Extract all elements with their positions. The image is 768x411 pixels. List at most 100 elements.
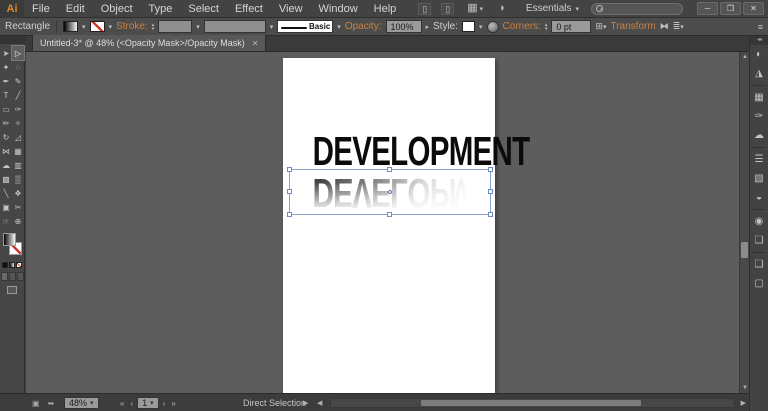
screen-mode-icon[interactable] [7,286,17,294]
gradient-panel-icon[interactable]: ▧ [750,169,768,188]
scroll-left-icon[interactable]: ◀ [317,399,322,407]
app-bar-icon-1[interactable]: ▯ [418,2,432,15]
draw-inside-icon[interactable] [16,272,24,281]
arrange-documents-icon[interactable]: ▦ ▾ [464,2,486,15]
stroke-label[interactable]: Stroke: [116,21,148,32]
menu-view[interactable]: View [271,3,311,15]
menu-select[interactable]: Select [180,3,227,15]
stroke-weight-dropdown[interactable] [158,20,193,33]
last-artboard-icon[interactable]: » [169,399,177,408]
selection-tool[interactable]: ➤ [0,46,12,60]
color-mode-icon[interactable] [2,262,8,268]
eyedropper-tool[interactable]: ╲ [0,186,12,200]
app-bar-icon-2[interactable]: ▯ [441,2,455,15]
brush-definition-dropdown[interactable]: Basic [277,20,334,33]
expand-panels-icon[interactable]: ◂◂ [750,36,768,45]
gradient-tool[interactable]: ▒ [12,172,24,186]
width-profile-dropdown[interactable] [203,20,266,33]
recolor-artwork-icon[interactable] [486,20,499,33]
status-icon[interactable]: ➥ [48,399,55,408]
corners-field[interactable]: 0 pt [551,20,592,33]
graphic-styles-panel-icon[interactable]: ❏ [750,231,768,250]
first-artboard-icon[interactable]: « [118,399,126,408]
selection-center-point[interactable] [388,190,392,194]
selection-handle[interactable] [488,189,493,194]
stroke-swatch[interactable] [89,21,105,32]
canvas[interactable]: DEVELOPMENT DEVELOPMENT [26,52,739,393]
document-tab[interactable]: Untitled-3* @ 48% (<Opacity Mask>/Opacit… [32,35,267,51]
gradient-mode-icon[interactable] [9,262,15,268]
workspace-switcher[interactable]: Essentials ▾ [526,3,579,14]
zoom-control[interactable]: 48% ▾ [64,394,99,411]
pencil-tool[interactable]: ✏ [0,116,12,130]
status-icon[interactable]: ▣ [32,399,40,408]
layers-panel-icon[interactable]: ❑ [750,255,768,274]
mesh-tool[interactable]: ▩ [0,172,12,186]
rotate-tool[interactable]: ↻ [0,130,12,144]
close-button[interactable]: ✕ [743,2,764,15]
isolate-icon[interactable]: ⧓ [660,21,669,32]
free-transform-tool[interactable]: ▦ [12,144,24,158]
shaper-tool[interactable]: ✧ [12,116,24,130]
fill-color-well[interactable] [3,233,16,246]
type-tool[interactable]: T [0,88,12,102]
cs-live-icon[interactable]: ◗ [496,2,509,15]
close-tab-icon[interactable]: ✕ [252,39,259,48]
minimize-button[interactable]: ─ [697,2,718,15]
chevron-down-icon[interactable]: ▾ [109,23,113,31]
selection-handle[interactable] [387,212,392,217]
stroke-panel-icon[interactable]: ☰ [750,150,768,169]
restore-button[interactable]: ❐ [720,2,741,15]
appearance-panel-icon[interactable]: ◉ [750,212,768,231]
symbols-panel-icon[interactable]: ☁ [750,126,768,145]
scroll-right-icon[interactable]: ▶ [741,399,746,407]
menu-help[interactable]: Help [366,3,405,15]
color-guide-panel-icon[interactable]: ◮ [750,64,768,83]
previous-artboard-icon[interactable]: ‹ [128,399,135,408]
scroll-right-icon[interactable]: ▶ [303,399,308,407]
line-segment-tool[interactable]: ╱ [12,88,24,102]
chevron-down-icon[interactable]: ▾ [82,23,86,31]
artboard-number-dropdown[interactable]: 1 ▾ [137,397,159,409]
transparency-panel-icon[interactable]: ◒ [750,188,768,207]
corners-label[interactable]: Corners: [503,21,541,32]
color-panel-icon[interactable]: ◐ [750,45,768,64]
corners-stepper[interactable]: ▴ ▾ [545,22,548,31]
draw-behind-icon[interactable] [8,272,16,281]
brushes-panel-icon[interactable]: ✑ [750,107,768,126]
selection-handle[interactable] [287,167,292,172]
menu-edit[interactable]: Edit [58,3,93,15]
artboards-panel-icon[interactable]: ▢ [750,274,768,293]
width-tool[interactable]: ⋈ [0,144,12,158]
zoom-tool[interactable]: ⊕ [12,214,24,228]
lasso-tool[interactable]: ◌ [12,60,24,74]
fill-swatch[interactable] [63,21,79,32]
menu-effect[interactable]: Effect [227,3,271,15]
next-artboard-icon[interactable]: › [161,399,168,408]
none-mode-icon[interactable] [16,262,22,268]
headline-text[interactable]: DEVELOPMENT [313,131,531,172]
transform-link[interactable]: Transform [610,21,655,32]
swatches-panel-icon[interactable]: ▦ [750,88,768,107]
blend-tool[interactable]: ❖ [12,186,24,200]
style-swatch[interactable] [462,21,476,32]
chevron-right-icon[interactable]: ▸ [426,23,430,31]
menu-object[interactable]: Object [93,3,141,15]
vertical-scrollbar[interactable]: ▲ ▼ [739,52,749,393]
horizontal-scrollbar-thumb[interactable] [421,400,641,406]
selection-handle[interactable] [488,212,493,217]
opacity-label[interactable]: Opacity: [345,21,382,32]
selection-bounding-box[interactable] [287,167,493,217]
vertical-scrollbar-thumb[interactable] [741,242,748,258]
magic-wand-tool[interactable]: ✦ [0,60,12,74]
menu-window[interactable]: Window [311,3,366,15]
selection-handle[interactable] [287,212,292,217]
selection-handle[interactable] [287,189,292,194]
curvature-tool[interactable]: ✎ [12,74,24,88]
search-box[interactable] [591,2,683,15]
draw-normal-icon[interactable] [0,272,8,281]
rectangle-tool[interactable]: ▭ [0,102,12,116]
stroke-weight-stepper[interactable]: ▴ ▾ [152,22,155,31]
tools-panel-header[interactable] [0,36,24,44]
zoom-dropdown[interactable]: 48% ▾ [64,397,99,409]
